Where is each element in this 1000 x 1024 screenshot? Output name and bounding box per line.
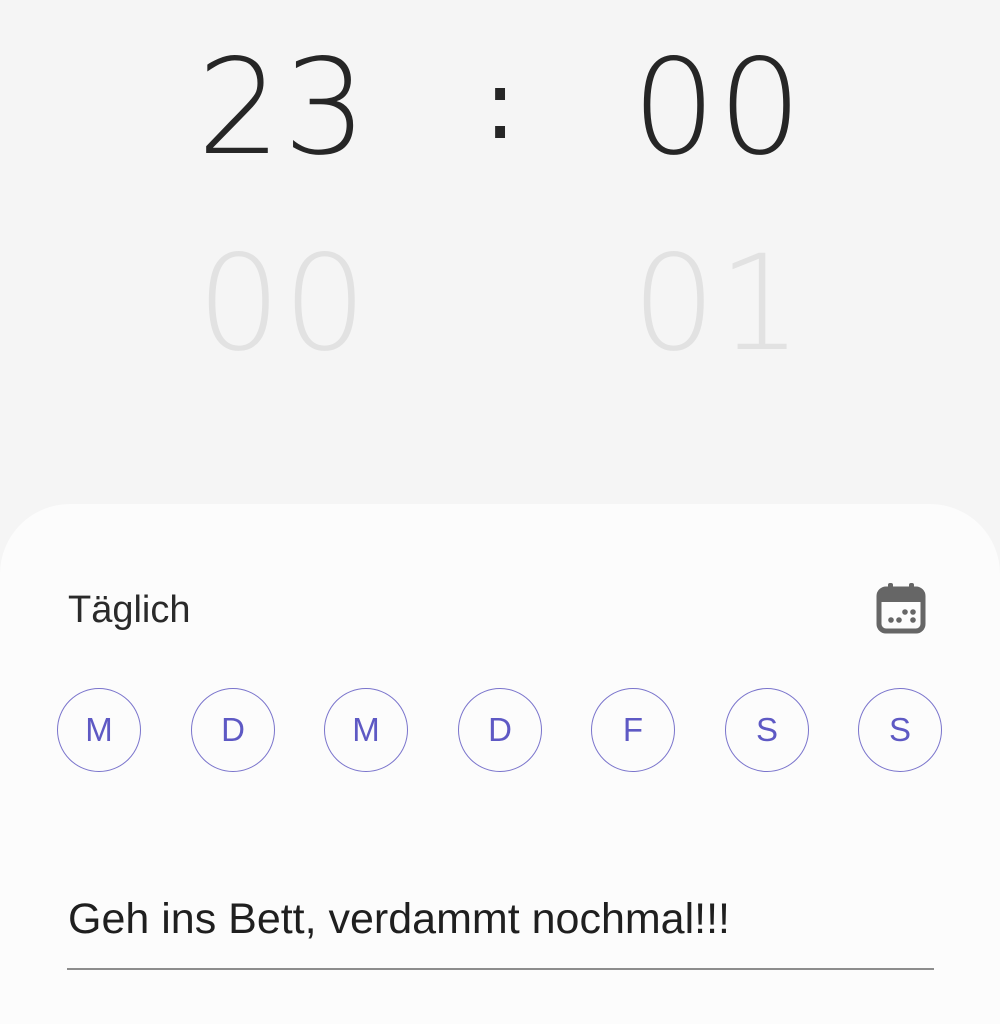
time-separator: : bbox=[483, 49, 517, 161]
day-toggle-thursday[interactable]: D bbox=[458, 688, 542, 772]
minute-next[interactable]: 01 bbox=[568, 238, 868, 370]
time-picker[interactable]: 23 : 00 00 01 bbox=[0, 0, 1000, 520]
weekday-selector: M D M D F S S bbox=[57, 688, 947, 774]
day-toggle-wednesday[interactable]: M bbox=[324, 688, 408, 772]
alarm-name-underline bbox=[67, 968, 934, 970]
repeat-label: Täglich bbox=[68, 589, 191, 631]
alarm-name-input[interactable] bbox=[68, 893, 934, 945]
hour-selected[interactable]: 23 bbox=[133, 42, 433, 174]
day-toggle-monday[interactable]: M bbox=[57, 688, 141, 772]
calendar-icon[interactable] bbox=[872, 580, 930, 638]
day-toggle-saturday[interactable]: S bbox=[725, 688, 809, 772]
day-toggle-friday[interactable]: F bbox=[591, 688, 675, 772]
day-toggle-tuesday[interactable]: D bbox=[191, 688, 275, 772]
hour-next[interactable]: 00 bbox=[133, 238, 433, 370]
minute-selected[interactable]: 00 bbox=[568, 42, 868, 174]
day-toggle-sunday[interactable]: S bbox=[858, 688, 942, 772]
